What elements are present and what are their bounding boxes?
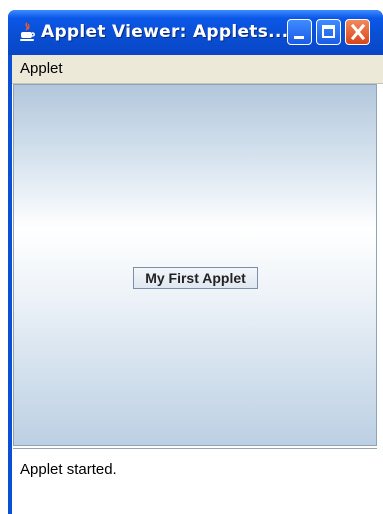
menu-bar: Applet bbox=[12, 55, 383, 84]
status-bar: Applet started. bbox=[13, 448, 377, 486]
window-title: Applet Viewer: Applets... bbox=[41, 22, 289, 42]
minimize-button[interactable] bbox=[287, 19, 312, 45]
my-first-applet-button[interactable]: My First Applet bbox=[133, 267, 258, 289]
java-cup-icon bbox=[20, 22, 35, 41]
minimize-icon bbox=[294, 36, 304, 39]
applet-panel: My First Applet bbox=[13, 84, 377, 446]
title-bar[interactable]: Applet Viewer: Applets... bbox=[8, 10, 383, 55]
status-text: Applet started. bbox=[20, 461, 117, 478]
applet-viewer-window: Applet Viewer: Applets... Applet My Firs… bbox=[8, 10, 383, 514]
client-area: My First Applet Applet started. bbox=[12, 84, 383, 514]
menu-item-applet[interactable]: Applet bbox=[20, 60, 63, 77]
close-button[interactable] bbox=[345, 19, 370, 45]
maximize-button[interactable] bbox=[316, 19, 341, 45]
maximize-icon bbox=[322, 25, 335, 38]
close-icon bbox=[350, 23, 366, 41]
